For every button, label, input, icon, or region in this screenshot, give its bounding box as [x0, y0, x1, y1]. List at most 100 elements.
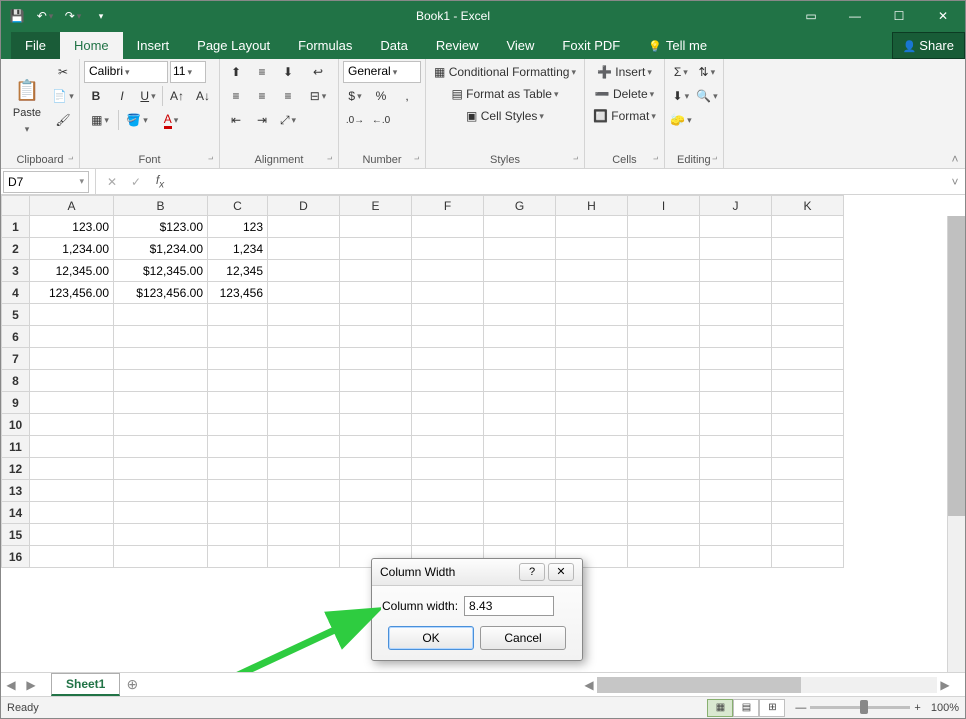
cell-C2[interactable]: 1,234 [208, 238, 268, 260]
cell-G11[interactable] [484, 436, 556, 458]
cell-K15[interactable] [772, 524, 844, 546]
cell-F9[interactable] [412, 392, 484, 414]
cell-G2[interactable] [484, 238, 556, 260]
merge-center-button[interactable]: ⊟ [302, 85, 334, 107]
row-header-14[interactable]: 14 [2, 502, 30, 524]
cell-K9[interactable] [772, 392, 844, 414]
cell-D15[interactable] [268, 524, 340, 546]
align-right-button[interactable]: ≡ [276, 85, 300, 107]
cell-B2[interactable]: $1,234.00 [114, 238, 208, 260]
col-header-I[interactable]: I [628, 196, 700, 216]
cell-A4[interactable]: 123,456.00 [30, 282, 114, 304]
cell-A10[interactable] [30, 414, 114, 436]
tab-view[interactable]: View [492, 32, 548, 59]
cell-E14[interactable] [340, 502, 412, 524]
cell-I13[interactable] [628, 480, 700, 502]
maximize-button[interactable]: ☐ [881, 4, 917, 28]
row-header-5[interactable]: 5 [2, 304, 30, 326]
cell-K10[interactable] [772, 414, 844, 436]
qat-customize-icon[interactable]: ▾ [89, 4, 113, 28]
cell-I15[interactable] [628, 524, 700, 546]
cell-D10[interactable] [268, 414, 340, 436]
copy-button[interactable]: 📄 [51, 85, 75, 107]
cell-G1[interactable] [484, 216, 556, 238]
cell-H6[interactable] [556, 326, 628, 348]
cell-E10[interactable] [340, 414, 412, 436]
cell-C11[interactable] [208, 436, 268, 458]
font-color-button[interactable]: A [155, 109, 187, 131]
tab-review[interactable]: Review [422, 32, 493, 59]
cell-A12[interactable] [30, 458, 114, 480]
cell-D9[interactable] [268, 392, 340, 414]
cell-D1[interactable] [268, 216, 340, 238]
cell-I6[interactable] [628, 326, 700, 348]
tab-home[interactable]: Home [60, 32, 123, 59]
cell-B7[interactable] [114, 348, 208, 370]
cell-F7[interactable] [412, 348, 484, 370]
cell-C4[interactable]: 123,456 [208, 282, 268, 304]
cell-E4[interactable] [340, 282, 412, 304]
cell-F3[interactable] [412, 260, 484, 282]
cell-B6[interactable] [114, 326, 208, 348]
cell-H2[interactable] [556, 238, 628, 260]
cell-B5[interactable] [114, 304, 208, 326]
cell-C3[interactable]: 12,345 [208, 260, 268, 282]
increase-indent-button[interactable]: ⇥ [250, 109, 274, 131]
cell-D2[interactable] [268, 238, 340, 260]
number-format-selector[interactable]: General [343, 61, 421, 83]
col-header-J[interactable]: J [700, 196, 772, 216]
cell-I3[interactable] [628, 260, 700, 282]
cell-H8[interactable] [556, 370, 628, 392]
row-header-6[interactable]: 6 [2, 326, 30, 348]
row-header-8[interactable]: 8 [2, 370, 30, 392]
cell-H9[interactable] [556, 392, 628, 414]
find-select-button[interactable]: 🔍 [695, 85, 719, 107]
cell-E5[interactable] [340, 304, 412, 326]
zoom-percent[interactable]: 100% [931, 702, 959, 714]
cancel-formula-icon[interactable]: ✕ [100, 171, 124, 193]
cell-B16[interactable] [114, 546, 208, 568]
row-header-9[interactable]: 9 [2, 392, 30, 414]
cell-H5[interactable] [556, 304, 628, 326]
cell-B14[interactable] [114, 502, 208, 524]
cell-F12[interactable] [412, 458, 484, 480]
cell-C10[interactable] [208, 414, 268, 436]
tab-formulas[interactable]: Formulas [284, 32, 366, 59]
cell-J7[interactable] [700, 348, 772, 370]
cell-K5[interactable] [772, 304, 844, 326]
row-header-4[interactable]: 4 [2, 282, 30, 304]
cell-H1[interactable] [556, 216, 628, 238]
save-icon[interactable]: 💾 [5, 4, 29, 28]
insert-cells-button[interactable]: ➕ Insert [589, 63, 660, 81]
cell-E2[interactable] [340, 238, 412, 260]
cell-A2[interactable]: 1,234.00 [30, 238, 114, 260]
cell-G4[interactable] [484, 282, 556, 304]
cell-J6[interactable] [700, 326, 772, 348]
cell-H7[interactable] [556, 348, 628, 370]
cell-G8[interactable] [484, 370, 556, 392]
cell-F4[interactable] [412, 282, 484, 304]
row-header-10[interactable]: 10 [2, 414, 30, 436]
cell-I14[interactable] [628, 502, 700, 524]
cell-J15[interactable] [700, 524, 772, 546]
col-header-E[interactable]: E [340, 196, 412, 216]
cell-J2[interactable] [700, 238, 772, 260]
cell-K16[interactable] [772, 546, 844, 568]
cell-styles-button[interactable]: ▣ Cell Styles [430, 107, 580, 125]
cell-A1[interactable]: 123.00 [30, 216, 114, 238]
formula-bar[interactable] [172, 180, 945, 184]
cell-D5[interactable] [268, 304, 340, 326]
decrease-font-button[interactable]: A↓ [191, 85, 215, 107]
cell-J13[interactable] [700, 480, 772, 502]
cell-E7[interactable] [340, 348, 412, 370]
cell-C13[interactable] [208, 480, 268, 502]
cell-F1[interactable] [412, 216, 484, 238]
vertical-scrollbar[interactable] [947, 216, 965, 672]
cell-J12[interactable] [700, 458, 772, 480]
bold-button[interactable]: B [84, 85, 108, 107]
autosum-button[interactable]: Σ [669, 61, 693, 83]
redo-button[interactable]: ↷ [61, 4, 85, 28]
cell-C12[interactable] [208, 458, 268, 480]
cell-E8[interactable] [340, 370, 412, 392]
cell-G10[interactable] [484, 414, 556, 436]
